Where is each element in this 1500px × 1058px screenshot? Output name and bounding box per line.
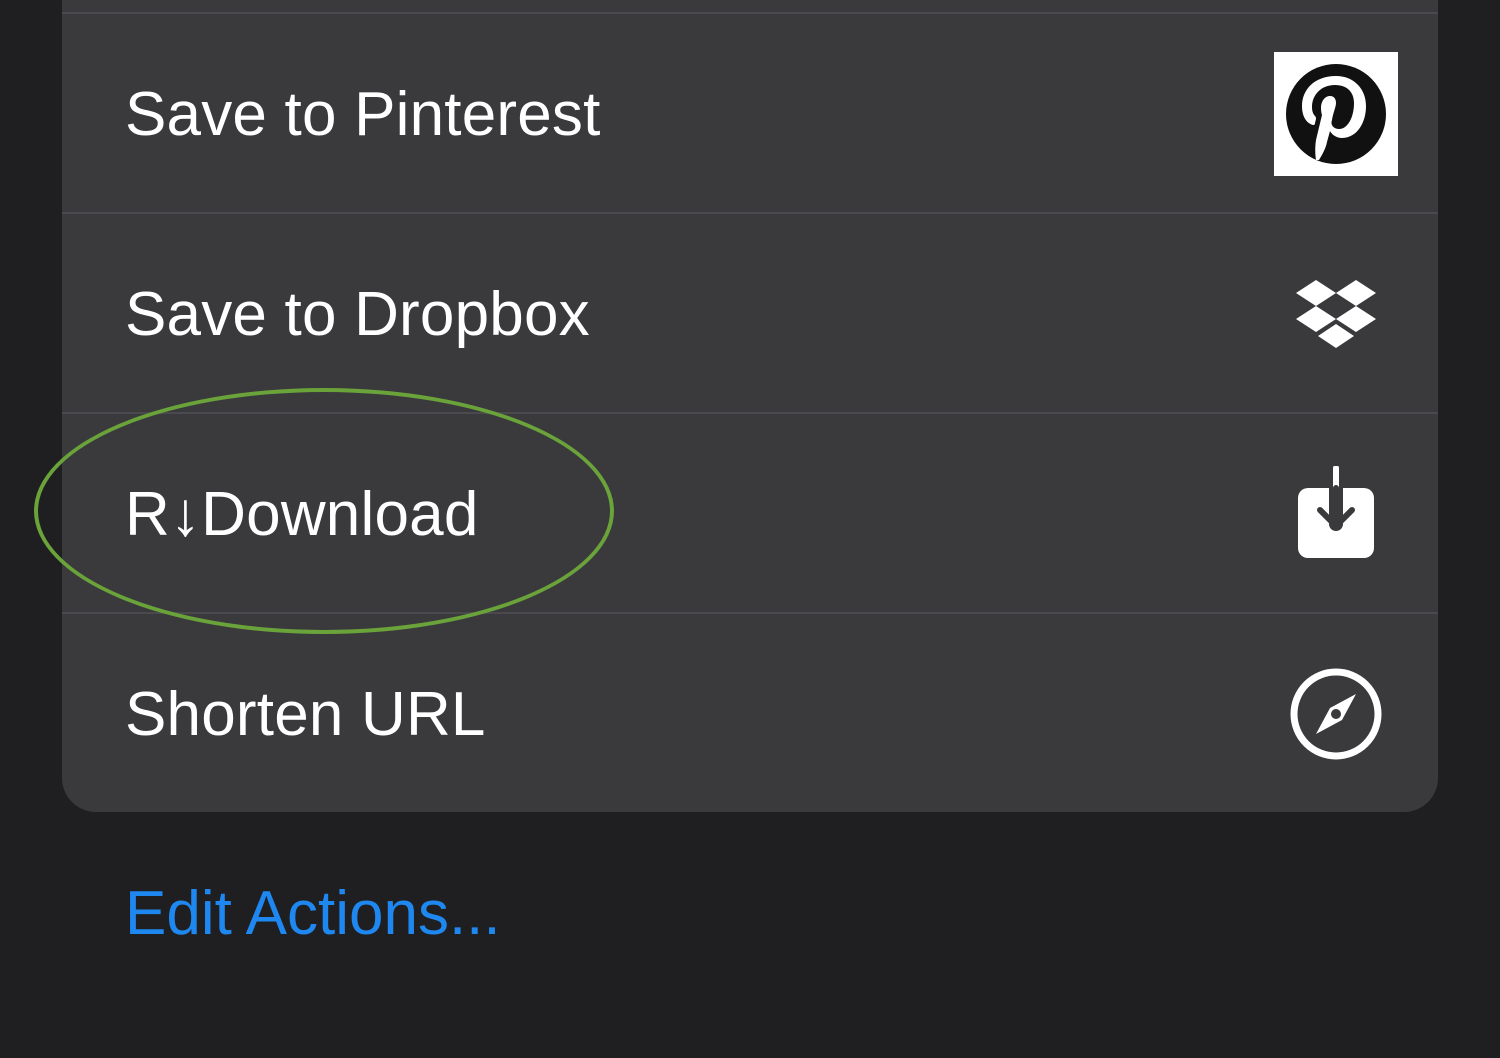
edit-actions-link[interactable]: Edit Actions... [125, 878, 501, 949]
action-row-download[interactable]: R↓Download [62, 414, 1438, 614]
download-icon [1272, 450, 1400, 578]
action-label: Shorten URL [125, 679, 486, 749]
action-label: R↓Download [125, 479, 479, 549]
pinterest-icon [1272, 50, 1400, 178]
action-sheet: Save to Pinterest Save to Dropbox R↓Down… [62, 0, 1438, 812]
action-label: Save to Dropbox [125, 279, 590, 349]
compass-icon [1272, 650, 1400, 778]
action-row-save-to-dropbox[interactable]: Save to Dropbox [62, 214, 1438, 414]
action-row-shorten-url[interactable]: Shorten URL [62, 614, 1438, 812]
action-row-save-to-pinterest[interactable]: Save to Pinterest [62, 14, 1438, 214]
dropbox-icon [1272, 250, 1400, 378]
action-label: Save to Pinterest [125, 79, 601, 149]
